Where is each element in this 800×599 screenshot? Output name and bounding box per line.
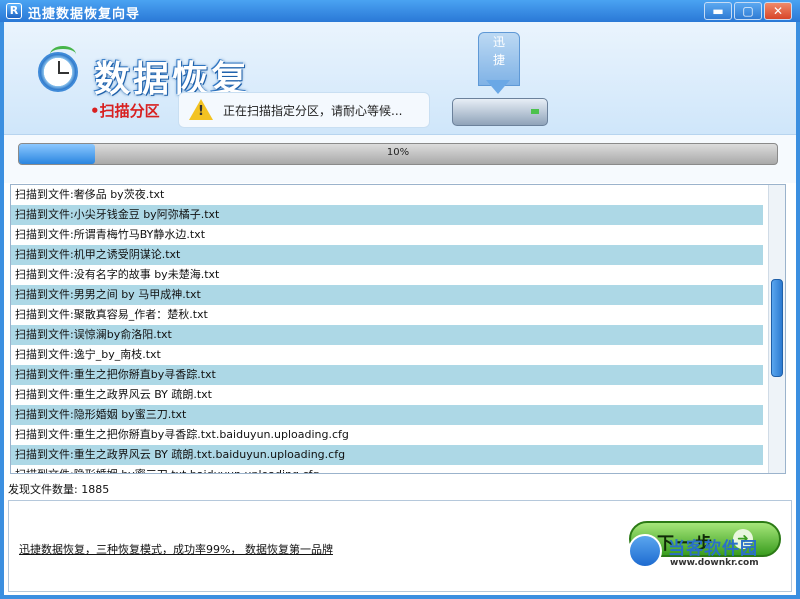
close-button[interactable]: ✕ (764, 2, 792, 20)
download-arrow-icon (486, 80, 510, 94)
maximize-button[interactable]: ▢ (734, 2, 762, 20)
minimize-button[interactable]: ▬ (704, 2, 732, 20)
title-bar[interactable]: R 迅捷数据恢复向导 ▬ ▢ ✕ (0, 0, 800, 22)
app-logo-icon: R (6, 3, 22, 19)
hard-drive-icon: 迅捷 (448, 28, 548, 126)
slogan-link[interactable]: 迅捷数据恢复，三种恢复模式，成功率99%， 数据恢复第一品牌 (19, 541, 333, 557)
step-label: •扫描分区 (90, 102, 160, 120)
scroll-thumb[interactable] (771, 279, 783, 377)
refresh-arrow-icon (50, 46, 76, 63)
status-box: ! 正在扫描指定分区，请耐心等候... (178, 92, 430, 128)
watermark-url: www.downkr.com (670, 558, 759, 568)
log-row[interactable]: 扫描到文件:聚散真容易_作者：楚秋.txt (11, 305, 763, 325)
warning-icon: ! (189, 99, 213, 120)
log-row[interactable]: 扫描到文件:误惊澜by俞洛阳.txt (11, 325, 763, 345)
watermark-text: 当客软件园 (668, 539, 758, 559)
log-row[interactable]: 扫描到文件:隐形婚姻 by蜜三刀.txt.baiduyun.uploading.… (11, 465, 763, 473)
found-count: 发现文件数量: 1885 (8, 481, 109, 497)
log-row[interactable]: 扫描到文件:奢侈品 by茨夜.txt (11, 185, 763, 205)
log-row[interactable]: 扫描到文件:所谓青梅竹马BY静水边.txt (11, 225, 763, 245)
progress-area: 10% (4, 135, 796, 183)
log-rows: 扫描到文件:奢侈品 by茨夜.txt 扫描到文件:小尖牙钱金豆 by阿弥橘子.tx… (11, 185, 785, 473)
log-row[interactable]: 扫描到文件:没有名字的故事 by未楚海.txt (11, 265, 763, 285)
drive-base (452, 98, 548, 126)
log-scrollbar[interactable] (768, 185, 785, 473)
drive-sign: 迅捷 (478, 32, 520, 86)
log-row[interactable]: 扫描到文件:重生之政界风云 BY 疏朗.txt.baiduyun.uploadi… (11, 445, 763, 465)
log-row[interactable]: 扫描到文件:重生之政界风云 BY 疏朗.txt (11, 385, 763, 405)
watermark: 当客软件园 www.downkr.com (628, 532, 796, 576)
app-window: R 迅捷数据恢复向导 ▬ ▢ ✕ 数据恢复 •扫描分区 ! 正在扫描指定分区，请… (0, 0, 800, 599)
window-title: 迅捷数据恢复向导 (28, 7, 141, 22)
header-banner: 数据恢复 •扫描分区 ! 正在扫描指定分区，请耐心等候... 迅捷 (4, 22, 796, 135)
found-count-label: 发现文件数量: (8, 483, 78, 496)
log-row[interactable]: 扫描到文件:机甲之诱受阴谋论.txt (11, 245, 763, 265)
log-row[interactable]: 扫描到文件:隐形婚姻 by蜜三刀.txt (11, 405, 763, 425)
log-row[interactable]: 扫描到文件:小尖牙钱金豆 by阿弥橘子.txt (11, 205, 763, 225)
watermark-logo-icon (628, 534, 662, 568)
log-row[interactable]: 扫描到文件:男男之间 by 马甲成神.txt (11, 285, 763, 305)
log-row[interactable]: 扫描到文件:重生之把你掰直by寻香踪.txt (11, 365, 763, 385)
log-row[interactable]: 扫描到文件:重生之把你掰直by寻香踪.txt.baiduyun.uploadin… (11, 425, 763, 445)
client-area: 数据恢复 •扫描分区 ! 正在扫描指定分区，请耐心等候... 迅捷 10% 扫描… (4, 22, 796, 595)
progress-label: 10% (386, 147, 410, 158)
scan-log-list[interactable]: 扫描到文件:奢侈品 by茨夜.txt 扫描到文件:小尖牙钱金豆 by阿弥橘子.tx… (10, 184, 786, 474)
progress-bar: 10% (18, 143, 778, 165)
found-count-value: 1885 (81, 483, 110, 496)
status-message: 正在扫描指定分区，请耐心等候... (223, 104, 403, 118)
log-row[interactable]: 扫描到文件:逸宁_by_南枝.txt (11, 345, 763, 365)
